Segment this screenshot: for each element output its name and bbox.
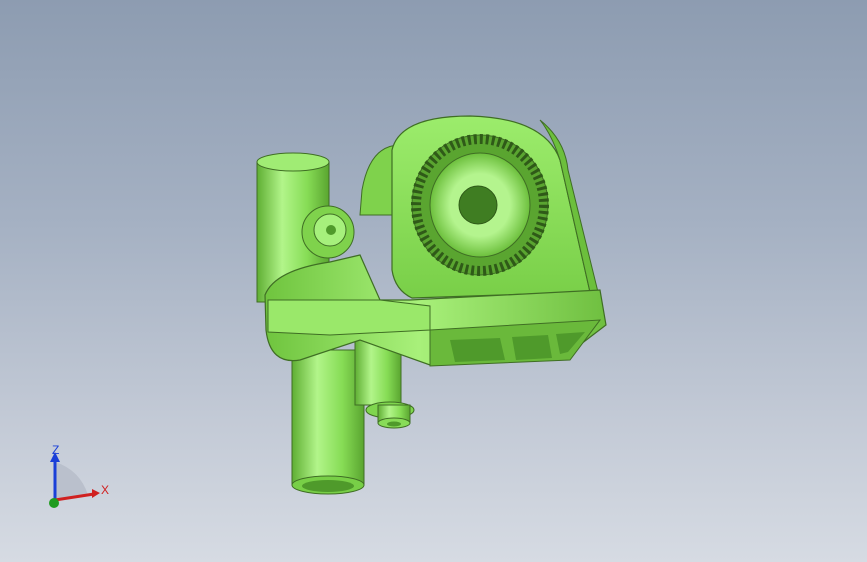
y-axis-icon [49, 498, 59, 508]
side-port[interactable] [301, 205, 355, 259]
3d-part-model[interactable] [0, 0, 867, 562]
gear-ring[interactable] [411, 134, 549, 276]
lower-tube[interactable] [291, 349, 365, 495]
coordinate-triad[interactable]: Z X [40, 440, 120, 520]
x-axis-label: X [101, 483, 109, 497]
x-arrow-icon [92, 489, 100, 498]
z-axis-label: Z [52, 443, 59, 457]
gear-bore-hole [458, 185, 498, 225]
graphics-viewport[interactable]: Z X [0, 0, 867, 562]
